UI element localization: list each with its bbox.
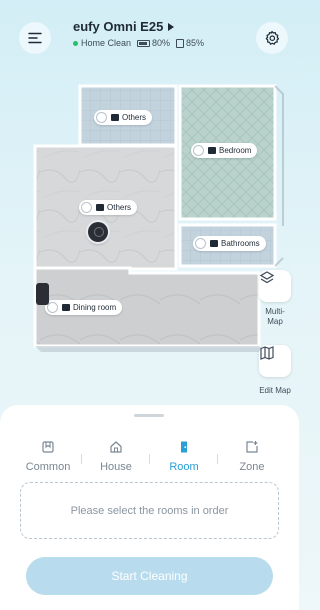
room-label-bathrooms[interactable]: Bathrooms <box>193 236 266 251</box>
water-level: 85% <box>186 38 205 48</box>
battery-level: 80% <box>152 38 171 48</box>
tab-common[interactable]: Common <box>14 440 82 480</box>
room-label-dining-room[interactable]: Dining room <box>45 300 123 315</box>
room-radio[interactable] <box>96 112 107 123</box>
room-label-text: Bedroom <box>219 146 252 155</box>
start-cleaning-label: Start Cleaning <box>111 569 188 583</box>
room-order-placeholder: Please select the rooms in order <box>20 482 279 539</box>
device-status: Home Clean 80% 85% <box>73 38 204 48</box>
placeholder-text: Please select the rooms in order <box>70 504 229 517</box>
multi-map-button[interactable] <box>259 270 291 302</box>
room-label-bedroom[interactable]: Bedroom <box>191 143 258 158</box>
room-radio[interactable] <box>195 238 206 249</box>
tab-label: Common <box>25 461 71 473</box>
room-radio[interactable] <box>47 302 58 313</box>
room-radio[interactable] <box>81 202 92 213</box>
tab-room[interactable]: Room <box>150 440 218 480</box>
menu-button[interactable] <box>19 22 51 54</box>
clean-mode-tabs: Common House Room Zone <box>14 440 286 480</box>
menu-icon <box>28 32 42 44</box>
status-dot-icon <box>73 40 78 46</box>
water-tank-icon <box>176 38 185 48</box>
play-icon <box>168 22 175 31</box>
bookmark-icon <box>42 441 54 453</box>
multi-map-label-line1: Multi- <box>265 307 285 316</box>
room-label-text: Bathrooms <box>221 239 260 248</box>
charging-dock-icon <box>36 283 49 305</box>
edit-map-button[interactable] <box>259 345 291 377</box>
storage-icon <box>111 114 119 121</box>
start-cleaning-button[interactable]: Start Cleaning <box>26 557 273 595</box>
map-icon <box>260 346 274 360</box>
header: eufy Omni E25 Home Clean 80% 85% <box>0 0 299 80</box>
dining-icon <box>62 304 70 311</box>
clean-mode: Home Clean <box>81 38 132 48</box>
robot-position-icon <box>88 222 108 242</box>
tab-house[interactable]: House <box>82 440 150 480</box>
bathtub-icon <box>210 240 218 247</box>
multi-map-label: Multi- Map <box>256 307 294 327</box>
room-label-text: Others <box>107 203 132 212</box>
zone-add-icon <box>246 441 258 453</box>
edit-map-label: Edit Map <box>259 386 291 395</box>
room-label-text: Dining room <box>73 303 117 312</box>
battery-icon <box>137 39 151 47</box>
door-icon <box>181 441 187 453</box>
drag-handle[interactable] <box>134 414 164 417</box>
settings-button[interactable] <box>256 22 288 54</box>
device-name: eufy Omni E25 <box>73 19 164 34</box>
tab-zone[interactable]: Zone <box>218 440 286 480</box>
bed-icon <box>208 147 216 154</box>
multi-map-label-line2: Map <box>267 317 283 326</box>
tab-label: Zone <box>239 461 265 473</box>
tab-label: Room <box>169 461 199 473</box>
bottom-sheet: Common House Room Zone Please select the… <box>0 405 299 610</box>
room-label-text: Others <box>122 113 147 122</box>
house-icon <box>110 441 122 453</box>
tab-label: House <box>100 461 132 473</box>
layers-icon <box>259 271 275 284</box>
room-label-others-mid[interactable]: Others <box>79 200 138 215</box>
device-title[interactable]: eufy Omni E25 <box>73 19 175 34</box>
gear-icon <box>265 30 280 45</box>
storage-icon <box>96 204 104 211</box>
room-label-others-top[interactable]: Others <box>94 110 153 125</box>
room-radio[interactable] <box>193 145 204 156</box>
